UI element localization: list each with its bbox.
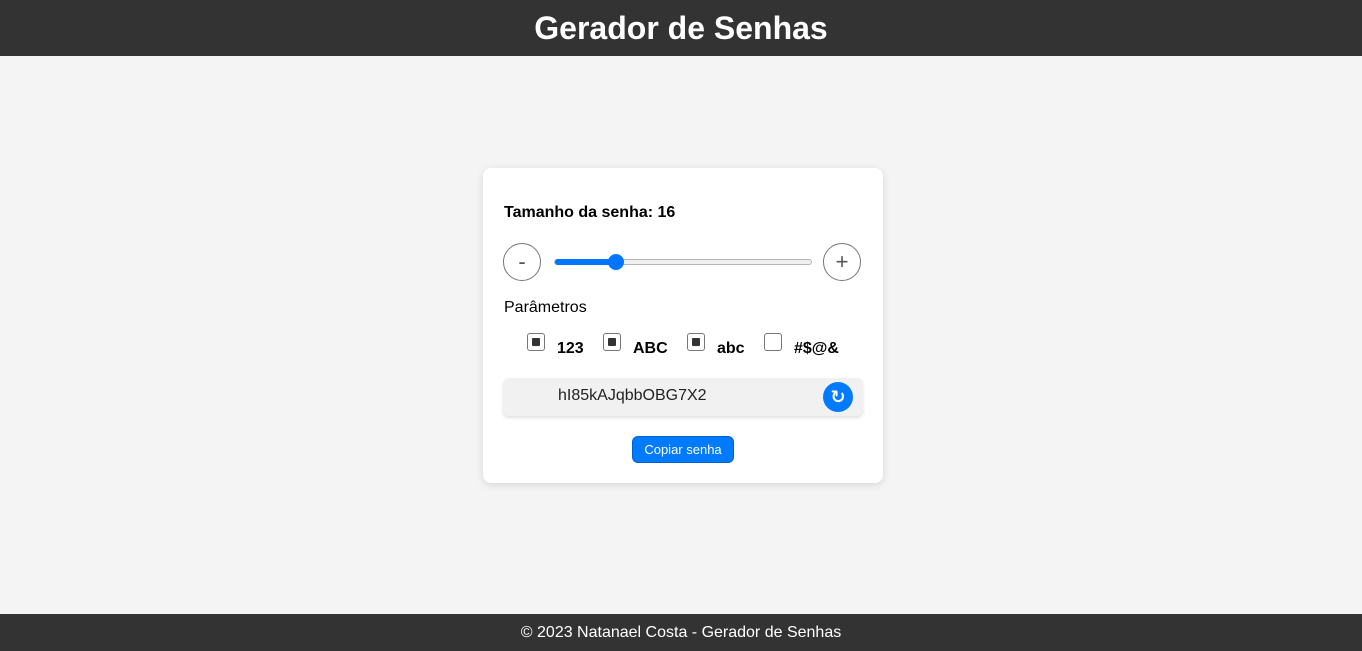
option-uppercase[interactable]: ABC (603, 333, 668, 358)
length-slider[interactable] (554, 254, 812, 270)
numbers-checkbox[interactable] (527, 333, 545, 351)
length-slider-thumb[interactable] (608, 254, 625, 270)
page-title: Gerador de Senhas (534, 9, 828, 46)
footer-text: © 2023 Natanael Costa - Gerador de Senha… (520, 623, 842, 641)
generator-card: Tamanho da senha: 16 - + Parâmetros 123 … (483, 168, 883, 483)
uppercase-checkbox[interactable] (603, 333, 621, 351)
password-length-label: Tamanho da senha: 16 (504, 204, 676, 221)
page-header: Gerador de Senhas (0, 0, 1362, 56)
lowercase-checkbox[interactable] (687, 333, 705, 351)
length-slider-fill (555, 259, 617, 265)
page-footer: © 2023 Natanael Costa - Gerador de Senha… (0, 614, 1362, 651)
numbers-label: 123 (557, 340, 584, 357)
uppercase-label: ABC (633, 340, 668, 357)
copy-password-button[interactable]: Copiar senha (632, 436, 734, 463)
symbols-label: #$@& (794, 340, 839, 357)
lowercase-label: abc (717, 340, 745, 357)
option-lowercase[interactable]: abc (687, 333, 745, 358)
option-symbols[interactable]: #$@& (764, 333, 839, 358)
parameters-label: Parâmetros (504, 299, 587, 316)
refresh-icon[interactable]: ↻ (823, 382, 853, 412)
decrease-length-button[interactable]: - (503, 243, 541, 281)
symbols-checkbox[interactable] (764, 333, 782, 351)
password-display: hI85kAJqbbOBG7X2 ↻ (503, 378, 863, 416)
option-numbers[interactable]: 123 (527, 333, 584, 358)
increase-length-button[interactable]: + (823, 243, 861, 281)
generated-password[interactable]: hI85kAJqbbOBG7X2 (558, 387, 707, 405)
